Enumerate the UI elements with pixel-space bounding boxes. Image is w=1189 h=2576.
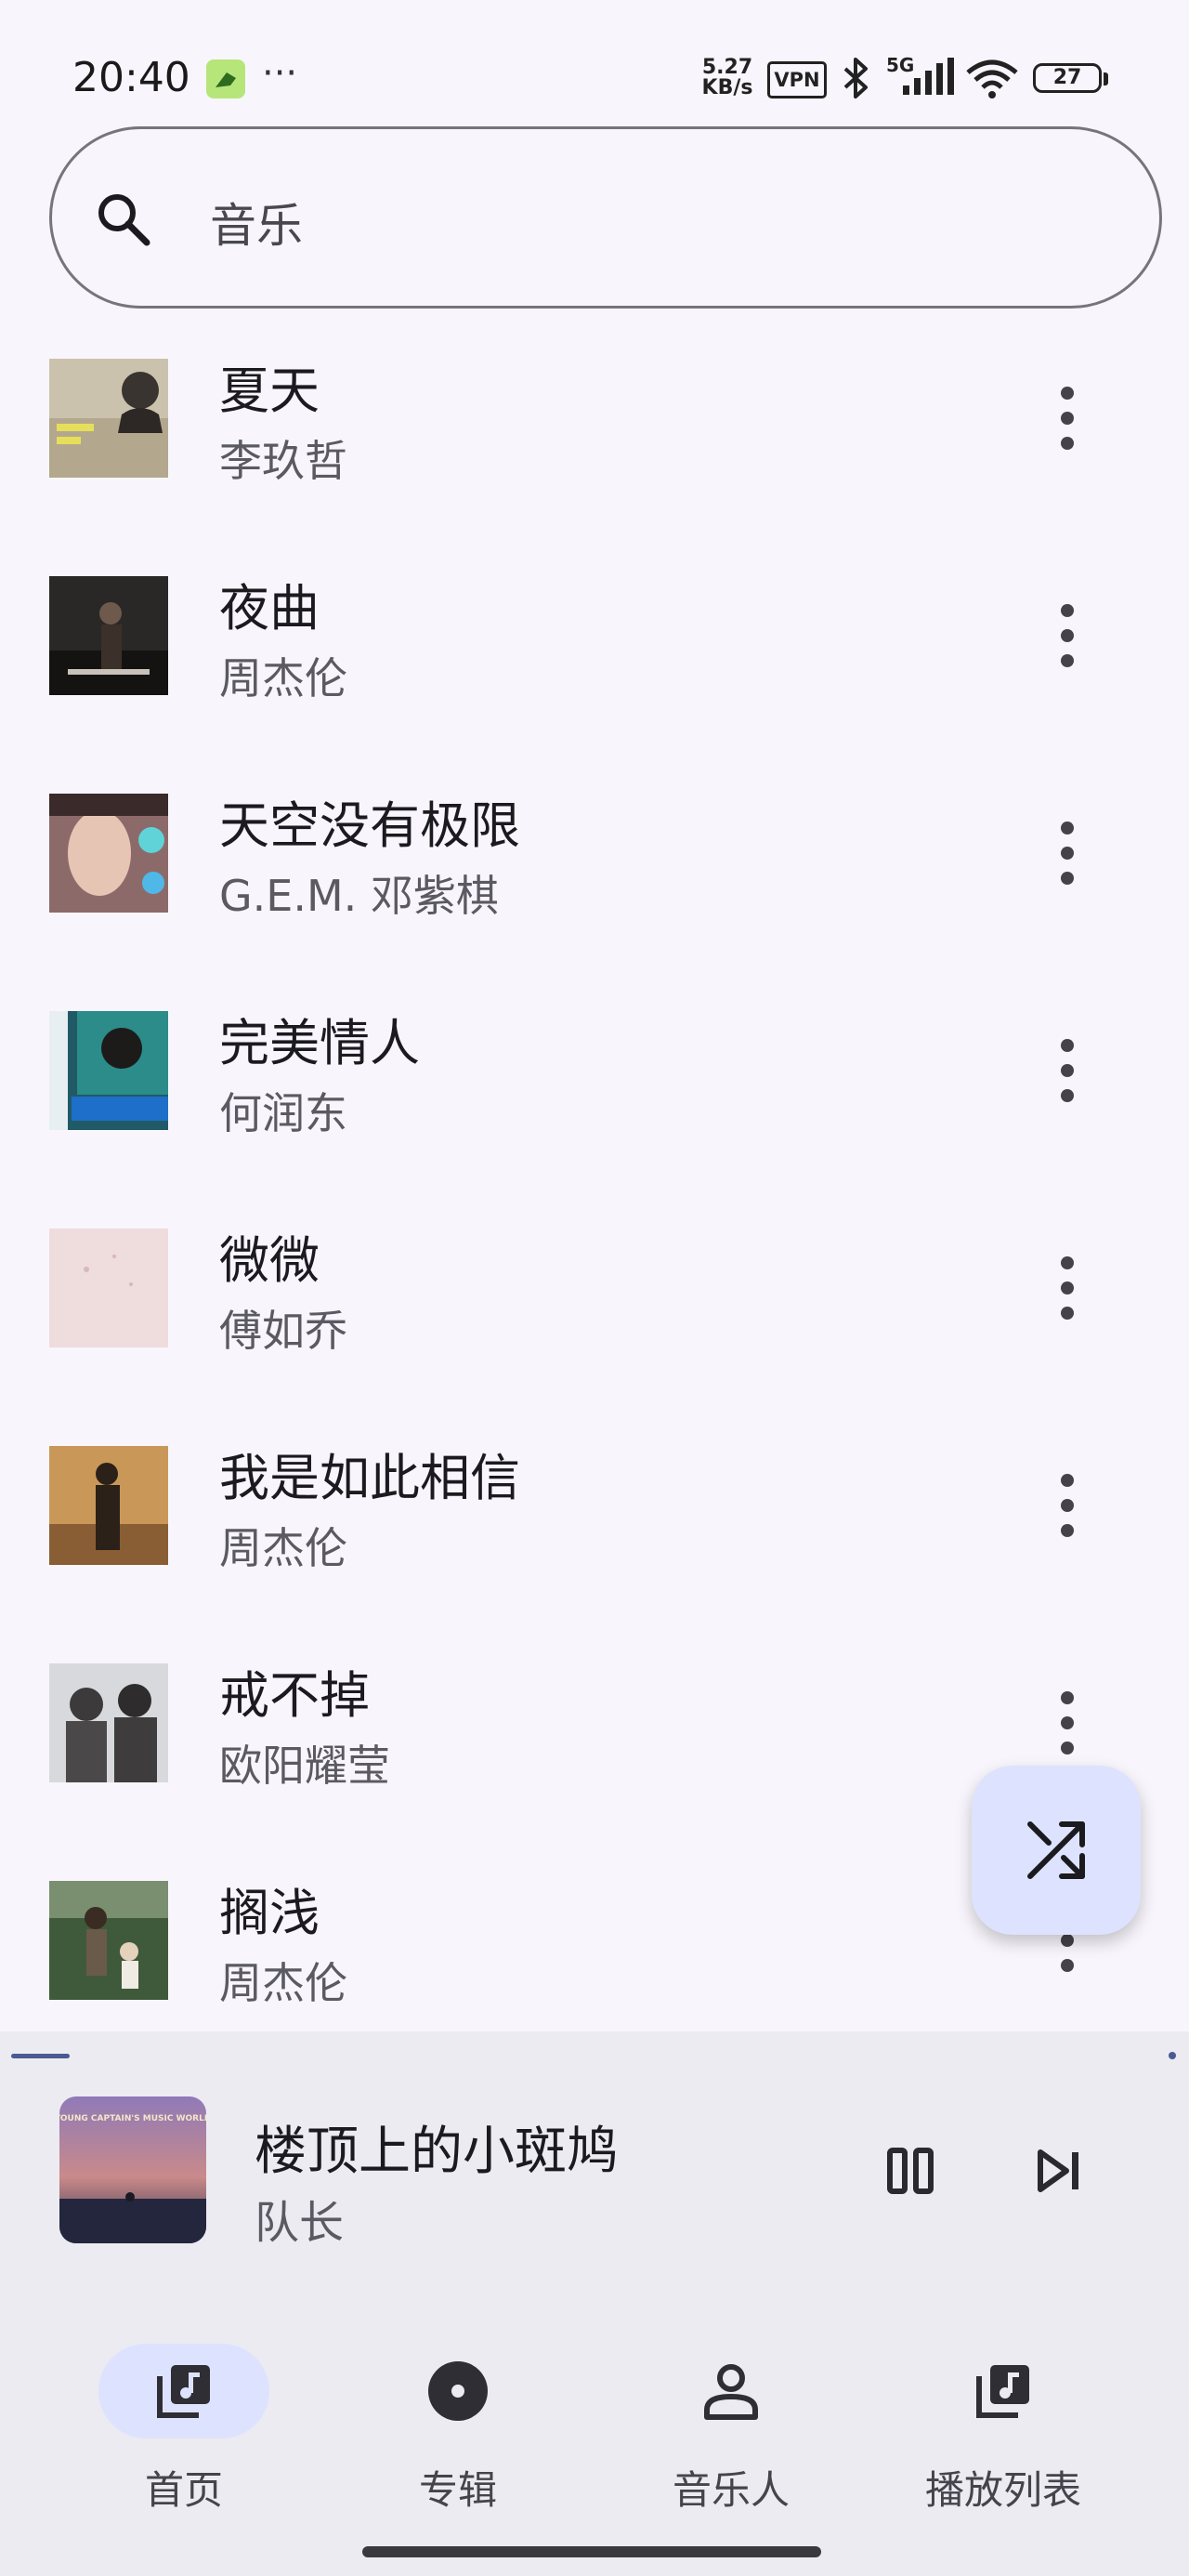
pause-button[interactable] xyxy=(873,2134,947,2208)
song-artist: G.E.M. 邓紫棋 xyxy=(219,871,499,921)
notification-app-icon xyxy=(206,59,245,99)
song-item[interactable]: 夏天 李玖哲 xyxy=(0,340,1189,558)
vpn-badge: VPN xyxy=(767,61,827,99)
music-app-screen: 20:40 ··· 5.27 KB/s VPN 5G 27 音乐 夏天 李玖哲 … xyxy=(0,0,1189,2576)
now-playing-cover: YOUNG CAPTAIN'S MUSIC WORLD xyxy=(59,2096,206,2243)
song-item[interactable]: 微微 傅如乔 xyxy=(0,1210,1189,1427)
now-playing-bar[interactable]: YOUNG CAPTAIN'S MUSIC WORLD 楼顶上的小斑鸠 队长 xyxy=(0,2031,1189,2310)
album-cover xyxy=(49,1881,168,2000)
now-playing-artist: 队长 xyxy=(255,2197,345,2249)
song-title: 完美情人 xyxy=(219,1014,420,1072)
song-artist: 傅如乔 xyxy=(219,1306,347,1356)
song-item[interactable]: 我是如此相信 周杰伦 xyxy=(0,1427,1189,1645)
shuffle-button[interactable] xyxy=(972,1766,1141,1935)
song-title: 我是如此相信 xyxy=(219,1449,520,1507)
song-title: 夜曲 xyxy=(219,579,320,637)
song-title: 天空没有极限 xyxy=(219,796,520,855)
now-playing-title: 楼顶上的小斑鸠 xyxy=(255,2122,619,2182)
more-options-button[interactable] xyxy=(1046,1251,1089,1325)
song-title: 戒不掉 xyxy=(219,1666,370,1725)
signal-icon xyxy=(903,58,954,95)
nav-item-home[interactable]: 首页 xyxy=(45,2344,323,2530)
song-title: 微微 xyxy=(219,1231,320,1290)
song-artist: 李玖哲 xyxy=(219,436,347,486)
skip-next-button[interactable] xyxy=(1022,2134,1096,2208)
album-cover xyxy=(49,1011,168,1130)
song-artist: 周杰伦 xyxy=(219,1523,347,1573)
status-bar: 20:40 ··· 5.27 KB/s VPN 5G 27 xyxy=(0,0,1189,130)
album-cover xyxy=(49,1663,168,1782)
album-cover xyxy=(49,1446,168,1565)
more-options-button[interactable] xyxy=(1046,381,1089,455)
battery-indicator: 27 xyxy=(1033,63,1102,93)
song-title: 搁浅 xyxy=(219,1884,320,1942)
more-options-button[interactable] xyxy=(1046,598,1089,673)
bottom-navigation: 首页 专辑 音乐人 播放列表 xyxy=(0,2310,1189,2576)
album-disc-icon xyxy=(428,2361,488,2421)
more-options-button[interactable] xyxy=(1046,816,1089,890)
more-options-button[interactable] xyxy=(1046,1033,1089,1108)
nav-label-artists: 音乐人 xyxy=(672,2467,790,2513)
song-artist: 周杰伦 xyxy=(219,1958,347,2008)
song-artist: 何润东 xyxy=(219,1088,347,1138)
song-item[interactable]: 夜曲 周杰伦 xyxy=(0,558,1189,775)
album-cover xyxy=(49,576,168,695)
cover-text: YOUNG CAPTAIN'S MUSIC WORLD xyxy=(59,2114,206,2123)
nav-label-home: 首页 xyxy=(144,2467,223,2513)
pause-icon xyxy=(887,2148,934,2194)
skip-next-icon xyxy=(1038,2149,1078,2192)
album-cover xyxy=(49,359,168,478)
album-cover xyxy=(49,794,168,913)
playlist-icon xyxy=(976,2365,1029,2418)
search-icon xyxy=(98,194,150,246)
network-speed-value: 5.27 xyxy=(701,56,753,79)
more-options-button[interactable] xyxy=(1046,1468,1089,1543)
home-gesture-bar[interactable] xyxy=(362,2546,821,2557)
search-bar[interactable]: 音乐 xyxy=(49,126,1162,309)
music-library-icon xyxy=(157,2365,210,2418)
nav-label-playlists: 播放列表 xyxy=(924,2467,1081,2513)
wifi-icon xyxy=(966,59,1018,99)
shuffle-icon xyxy=(1027,1821,1085,1879)
nav-item-albums[interactable]: 专辑 xyxy=(319,2344,597,2530)
more-options-button[interactable] xyxy=(1046,1686,1089,1760)
battery-tip xyxy=(1104,72,1108,85)
playback-progress-bar[interactable] xyxy=(11,2054,70,2058)
album-cover xyxy=(49,1229,168,1347)
song-item[interactable]: 完美情人 何润东 xyxy=(0,992,1189,1210)
nav-item-artists[interactable]: 音乐人 xyxy=(592,2344,870,2530)
song-item[interactable]: 天空没有极限 G.E.M. 邓紫棋 xyxy=(0,775,1189,992)
person-icon xyxy=(704,2364,758,2420)
more-notifications-icon: ··· xyxy=(262,52,298,95)
song-artist: 周杰伦 xyxy=(219,653,347,703)
search-input[interactable]: 音乐 xyxy=(210,189,303,256)
network-speed-unit: KB/s xyxy=(701,76,753,99)
bluetooth-icon xyxy=(843,58,868,99)
nav-label-albums: 专辑 xyxy=(418,2467,497,2513)
network-speed: 5.27 KB/s xyxy=(699,58,756,99)
playback-progress-end-dot xyxy=(1169,2052,1176,2059)
nav-item-playlists[interactable]: 播放列表 xyxy=(864,2344,1143,2530)
status-time: 20:40 xyxy=(72,54,190,101)
song-artist: 欧阳耀莹 xyxy=(219,1741,390,1791)
song-title: 夏天 xyxy=(219,361,320,420)
